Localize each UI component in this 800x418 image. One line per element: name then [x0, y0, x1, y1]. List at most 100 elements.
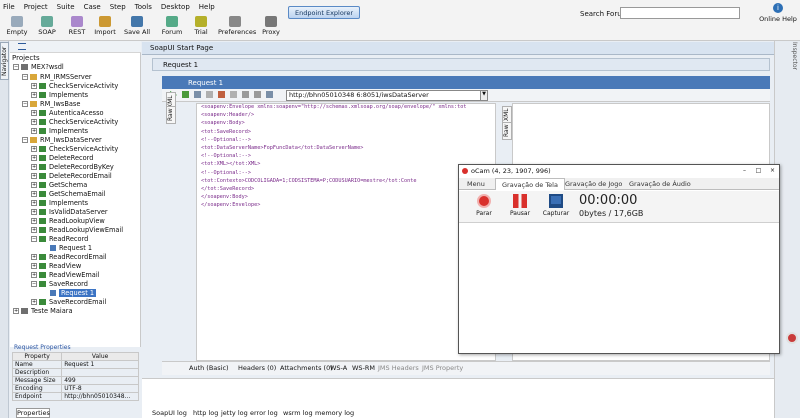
tree-operation[interactable]: − ReadRecord — [31, 234, 88, 243]
tree-interface[interactable]: − RM_IRMSServer — [22, 72, 92, 81]
ocam-tab-menu[interactable]: Menu — [461, 178, 491, 190]
tree-operation[interactable]: + Implements — [31, 90, 88, 99]
expand-icon[interactable]: + — [31, 199, 37, 206]
online-help-button[interactable]: i Online Help — [758, 3, 798, 23]
tab-jms-property[interactable]: JMS Property — [422, 364, 463, 372]
stop-icon[interactable] — [182, 91, 189, 98]
tab-jms-headers[interactable]: JMS Headers — [378, 364, 419, 372]
tree-operation[interactable]: + ReadRecordEmail — [31, 252, 107, 261]
rest-button[interactable]: REST — [62, 14, 92, 36]
tree-operation[interactable]: + DeleteRecord — [31, 153, 93, 162]
inspector-tab[interactable]: Inspector — [788, 42, 798, 82]
list-icon[interactable] — [18, 43, 26, 50]
tree-operation[interactable]: + DeleteRecordEmail — [31, 171, 112, 180]
start-page-tab[interactable]: SoapUI Start Page — [142, 42, 774, 55]
tree-operation[interactable]: + Implements — [31, 126, 88, 135]
expand-icon[interactable]: + — [31, 91, 37, 98]
expand-icon[interactable]: + — [31, 226, 37, 233]
expand-icon[interactable]: + — [31, 271, 37, 278]
soap-button[interactable]: SOAP — [32, 14, 62, 36]
save-all-button[interactable]: Save All — [122, 14, 152, 36]
collapse-icon[interactable]: − — [13, 63, 19, 70]
menu-tools[interactable]: Tools — [135, 3, 152, 11]
tree-operation[interactable]: + ReadViewEmail — [31, 270, 100, 279]
tab-raw-request[interactable]: Raw — [166, 106, 176, 124]
tree-interface[interactable]: − RM_IwsBase — [22, 99, 80, 108]
expand-icon[interactable]: + — [31, 127, 37, 134]
menu-project[interactable]: Project — [24, 3, 48, 11]
menu-suite[interactable]: Suite — [57, 3, 75, 11]
tab-soapui-log[interactable]: SoapUI log — [152, 409, 187, 417]
properties-tab[interactable]: Properties — [16, 408, 50, 418]
tree-operation[interactable]: − SaveRecord — [31, 279, 88, 288]
expand-icon[interactable]: + — [31, 154, 37, 161]
endpoint-explorer-button[interactable]: Endpoint Explorer — [288, 6, 360, 19]
collapse-icon[interactable]: − — [31, 280, 37, 287]
expand-icon[interactable]: + — [31, 298, 37, 305]
format-icon[interactable] — [218, 91, 225, 98]
menu-desktop[interactable]: Desktop — [161, 3, 190, 11]
expand-icon[interactable]: + — [31, 172, 37, 179]
projects-root[interactable]: Projects — [12, 54, 40, 62]
tree-operation[interactable]: + Implements — [31, 198, 88, 207]
collapse-icon[interactable]: − — [22, 73, 28, 80]
more-icon[interactable] — [242, 91, 249, 98]
expand-icon[interactable]: + — [31, 163, 37, 170]
validate-icon[interactable] — [230, 91, 237, 98]
menu-case[interactable]: Case — [84, 3, 101, 11]
capture-button[interactable]: Capturar — [541, 194, 571, 217]
tree-operation[interactable]: + CheckServiceActivity — [31, 117, 118, 126]
tree-operation[interactable]: + GetSchemaEmail — [31, 189, 106, 198]
recorder-icon[interactable] — [786, 332, 798, 344]
search-forum-input[interactable] — [620, 7, 740, 19]
tree-request[interactable]: Request 1 — [50, 243, 92, 252]
expand-icon[interactable]: + — [31, 181, 37, 188]
proxy-button[interactable]: Proxy — [256, 14, 286, 36]
tree-operation[interactable]: + IsValidDataServer — [31, 207, 108, 216]
tab-jetty-log[interactable]: jetty log — [221, 409, 248, 417]
tab-raw-response[interactable]: Raw — [502, 122, 512, 140]
table-row[interactable]: Encoding UTF-8 — [11, 384, 139, 393]
ws-icon[interactable] — [266, 91, 273, 98]
close-icon[interactable]: × — [769, 168, 776, 175]
attach-icon[interactable] — [206, 91, 213, 98]
tree-project[interactable]: + Teste Maiara — [13, 306, 73, 315]
menu-file[interactable]: File — [3, 3, 15, 11]
tab-auth[interactable]: Auth (Basic) — [189, 364, 229, 372]
tree-request-selected[interactable]: Request 1 — [50, 288, 97, 297]
ocam-tab-game-recording[interactable]: Gravação de Jogo — [559, 178, 628, 190]
tab-ws-a[interactable]: WS-A — [330, 364, 347, 372]
expand-icon[interactable]: + — [13, 307, 19, 314]
collapse-icon[interactable]: − — [31, 235, 37, 242]
endpoint-icon[interactable] — [194, 91, 201, 98]
tree-operation[interactable]: + ReadLookupViewEmail — [31, 225, 123, 234]
tab-wsrm-log[interactable]: wsrm log — [283, 409, 313, 417]
stop-button[interactable]: Parar — [469, 194, 499, 217]
expand-icon[interactable]: + — [31, 190, 37, 197]
menu-step[interactable]: Step — [110, 3, 126, 11]
expand-icon[interactable]: + — [31, 262, 37, 269]
tab-headers[interactable]: Headers (0) — [238, 364, 276, 372]
tab-http-log[interactable]: http log — [193, 409, 218, 417]
empty-button[interactable]: Empty — [2, 14, 32, 36]
preferences-button[interactable]: Preferences — [218, 14, 256, 36]
table-row[interactable]: Message Size 499 — [11, 376, 139, 385]
tree-operation[interactable]: + ReadView — [31, 261, 81, 270]
endpoint-url-input[interactable]: http://bhn05010348 6:8051/iwsDataServer — [286, 90, 481, 101]
options-icon[interactable] — [254, 91, 261, 98]
import-button[interactable]: Import — [90, 14, 120, 36]
ocam-tab-audio-recording[interactable]: Gravação de Áudio — [623, 178, 697, 190]
collapse-icon[interactable]: − — [22, 100, 28, 107]
menu-help[interactable]: Help — [199, 3, 215, 11]
expand-icon[interactable]: + — [31, 109, 37, 116]
table-row[interactable]: Description — [11, 368, 139, 377]
expand-icon[interactable]: + — [31, 208, 37, 215]
tree-operation[interactable]: + ReadLookupView — [31, 216, 105, 225]
minimize-icon[interactable]: – — [741, 168, 748, 175]
ocam-tab-screen-recording[interactable]: Gravação de Tela — [495, 178, 565, 190]
table-row[interactable]: Endpoint http://bhn05010348... — [11, 392, 139, 401]
url-dropdown-icon[interactable]: ▼ — [480, 90, 488, 101]
expand-icon[interactable]: + — [31, 118, 37, 125]
tree-operation[interactable]: + CheckServiceActivity — [31, 144, 118, 153]
tree-project[interactable]: − MEX?wsdl — [13, 62, 64, 71]
